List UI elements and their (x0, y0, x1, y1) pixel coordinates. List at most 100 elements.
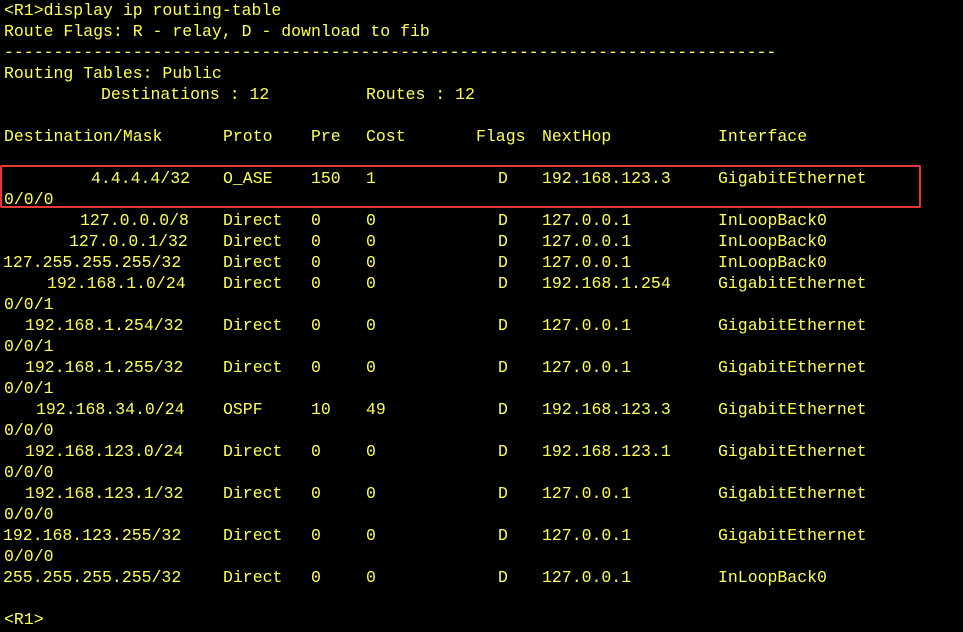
route-interface: InLoopBack0 (718, 568, 827, 587)
route-interface: GigabitEthernet (718, 316, 867, 335)
route-proto: Direct (223, 568, 283, 587)
route-flags: D (498, 526, 508, 545)
table-row: 192.168.1.254/32 Direct 0 0 D 127.0.0.1 Gigabi… (0, 315, 963, 336)
route-interface: InLoopBack0 (718, 232, 827, 251)
route-proto: Direct (223, 484, 283, 503)
route-preference: 0 (311, 568, 321, 587)
route-destination: 255.255.255.255/32 (3, 568, 182, 587)
route-cost: 0 (366, 442, 376, 461)
route-nexthop: 192.168.123.3 (542, 400, 671, 419)
route-interface: GigabitEthernet (718, 526, 867, 545)
header-flags: Flags (476, 127, 526, 146)
route-flags: D (498, 274, 508, 293)
route-interface-continuation: 0/0/0 (4, 421, 54, 440)
route-interface-continuation: 0/0/1 (4, 379, 54, 398)
route-interface-continuation: 0/0/1 (4, 295, 54, 314)
route-proto: Direct (223, 253, 283, 272)
header-pre: Pre (311, 127, 341, 146)
route-flags: D (498, 442, 508, 461)
route-cost: 0 (366, 526, 376, 545)
route-flags: D (498, 484, 508, 503)
table-row: 127.0.0.0/8 Direct 0 0 D 127.0.0.1 InLoopBack0 (0, 210, 963, 231)
route-nexthop: 127.0.0.1 (542, 568, 632, 587)
routes-count: Routes : 12 (366, 85, 475, 104)
route-proto: Direct (223, 211, 283, 230)
route-flags: D (498, 232, 508, 251)
route-flags: D (498, 400, 508, 419)
route-nexthop: 127.0.0.1 (542, 232, 632, 251)
command-line: <R1>display ip routing-table (4, 1, 282, 20)
route-flags-legend: Route Flags: R - relay, D - download to … (4, 22, 430, 41)
route-cost: 0 (366, 568, 376, 587)
highlight-box (0, 165, 921, 208)
route-destination: 127.255.255.255/32 (3, 253, 182, 272)
table-row: 192.168.123.0/24 Direct 0 0 D 192.168.123.1 Gi… (0, 441, 963, 462)
route-destination: 127.0.0.0/8 (80, 211, 189, 230)
route-preference: 0 (311, 358, 321, 377)
separator-line: ----------------------------------------… (4, 43, 777, 62)
summary-line: Destinations : 12 Routes : 12 (0, 84, 963, 105)
route-preference: 10 (311, 400, 331, 419)
route-nexthop: 192.168.1.254 (542, 274, 671, 293)
route-interface: GigabitEthernet (718, 400, 867, 419)
route-preference: 0 (311, 484, 321, 503)
route-nexthop: 127.0.0.1 (542, 484, 632, 503)
route-nexthop: 192.168.123.1 (542, 442, 671, 461)
route-nexthop: 127.0.0.1 (542, 211, 632, 230)
route-flags: D (498, 211, 508, 230)
header-nexthop: NextHop (542, 127, 612, 146)
route-nexthop: 127.0.0.1 (542, 526, 632, 545)
route-preference: 0 (311, 442, 321, 461)
table-row: 192.168.1.255/32 Direct 0 0 D 127.0.0.1 Gigabi… (0, 357, 963, 378)
route-preference: 0 (311, 526, 321, 545)
route-destination: 127.0.0.1/32 (69, 232, 188, 251)
header-destination: Destination/Mask (4, 127, 163, 146)
route-destination: 192.168.1.0/24 (47, 274, 186, 293)
route-flags: D (498, 316, 508, 335)
route-preference: 0 (311, 232, 321, 251)
route-destination: 192.168.1.255/32 (25, 358, 184, 377)
route-proto: OSPF (223, 400, 263, 419)
table-row: 127.255.255.255/32 Direct 0 0 D 127.0.0.1 InLo… (0, 252, 963, 273)
route-destination: 192.168.34.0/24 (36, 400, 185, 419)
route-preference: 0 (311, 211, 321, 230)
route-interface-continuation: 0/0/0 (4, 547, 54, 566)
route-flags: D (498, 358, 508, 377)
route-preference: 0 (311, 253, 321, 272)
route-destination: 192.168.123.1/32 (25, 484, 184, 503)
route-preference: 0 (311, 274, 321, 293)
terminal-window[interactable]: <R1>display ip routing-table Route Flags… (0, 0, 963, 632)
route-interface-continuation: 0/0/1 (4, 337, 54, 356)
route-nexthop: 127.0.0.1 (542, 316, 632, 335)
route-proto: Direct (223, 442, 283, 461)
route-interface: GigabitEthernet (718, 484, 867, 503)
destinations-count: Destinations : 12 (101, 85, 270, 104)
route-destination: 192.168.1.254/32 (25, 316, 184, 335)
route-destination: 192.168.123.0/24 (25, 442, 184, 461)
route-cost: 0 (366, 358, 376, 377)
route-nexthop: 127.0.0.1 (542, 253, 632, 272)
route-cost: 0 (366, 274, 376, 293)
route-interface: InLoopBack0 (718, 253, 827, 272)
route-proto: Direct (223, 316, 283, 335)
route-proto: Direct (223, 358, 283, 377)
route-cost: 0 (366, 484, 376, 503)
route-interface: GigabitEthernet (718, 274, 867, 293)
route-flags: D (498, 253, 508, 272)
table-row: 127.0.0.1/32 Direct 0 0 D 127.0.0.1 InLoopBack… (0, 231, 963, 252)
header-cost: Cost (366, 127, 406, 146)
route-interface: InLoopBack0 (718, 211, 827, 230)
table-row: 192.168.123.1/32 Direct 0 0 D 127.0.0.1 Gigabi… (0, 483, 963, 504)
table-header: Destination/Mask Proto Pre Cost Flags Ne… (0, 126, 963, 147)
route-interface-continuation: 0/0/0 (4, 505, 54, 524)
route-cost: 0 (366, 211, 376, 230)
route-flags: D (498, 568, 508, 587)
route-interface-continuation: 0/0/0 (4, 463, 54, 482)
route-destination: 192.168.123.255/32 (3, 526, 182, 545)
header-interface: Interface (718, 127, 808, 146)
route-cost: 0 (366, 232, 376, 251)
route-cost: 0 (366, 253, 376, 272)
route-nexthop: 127.0.0.1 (542, 358, 632, 377)
route-interface: GigabitEthernet (718, 442, 867, 461)
cli-prompt[interactable]: <R1> (4, 609, 44, 630)
